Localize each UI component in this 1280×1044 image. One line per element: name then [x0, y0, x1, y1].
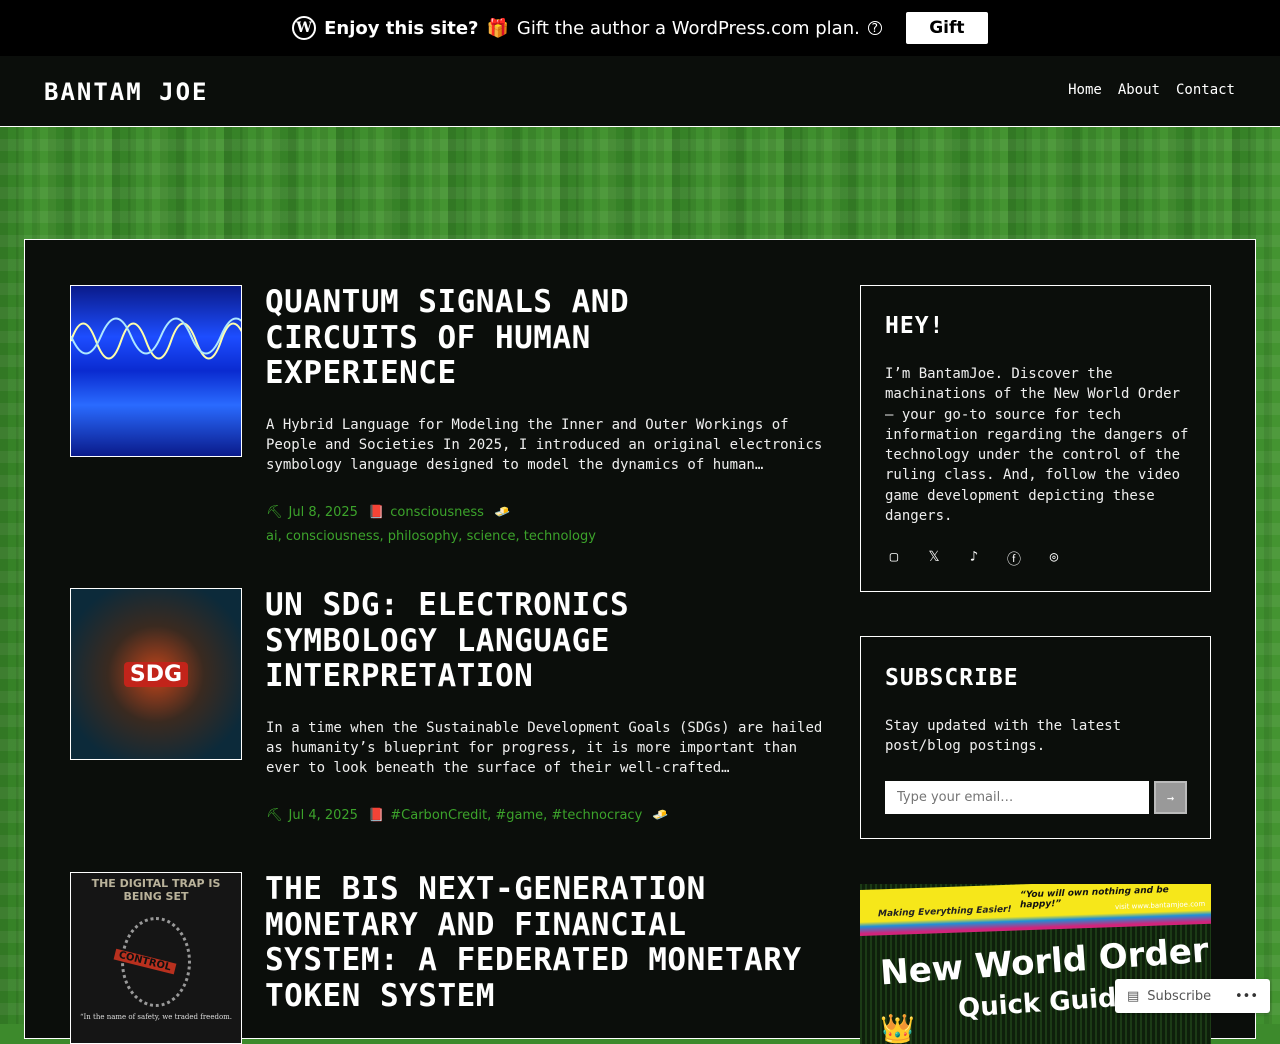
content-panel: Quantum Signals and Circuits of Human Ex…: [24, 239, 1256, 1044]
post-meta: ⛏ Jul 8, 2025 📕 consciousness 🧈 ai, consci…: [266, 501, 602, 549]
widget-title: SUBSCRIBE: [885, 665, 1019, 691]
nav-contact[interactable]: Contact: [1176, 82, 1235, 98]
subscribe-submit-button[interactable]: →: [1154, 781, 1187, 814]
widget-title: HEY!: [885, 313, 945, 339]
x-icon[interactable]: 𝕏: [925, 549, 943, 569]
thumb-quote: “In the name of safety, we traded freedo…: [79, 1013, 233, 1021]
wordpress-logo-icon: W: [292, 16, 317, 40]
email-input[interactable]: [885, 781, 1149, 814]
help-icon[interactable]: ?: [867, 21, 882, 35]
book-icon: 📕: [368, 808, 385, 823]
post-excerpt: A Hybrid Language for Modeling the Inner…: [266, 417, 823, 473]
banner-enjoy: Enjoy this site?: [324, 17, 479, 39]
gold-ingot-icon: 🧈: [652, 808, 669, 823]
widget-text: I’m BantamJoe. Discover the machinations…: [885, 366, 1189, 525]
site-header: BANTAM JOE Home About Contact: [0, 56, 1280, 127]
post-title[interactable]: UN SDG: Electronics Symbology Language I…: [265, 587, 785, 695]
more-options-icon[interactable]: •••: [1235, 989, 1258, 1004]
nav-home[interactable]: Home: [1068, 82, 1102, 98]
promo-subtitle: Quick Guide: [957, 981, 1136, 1025]
post-title[interactable]: The BIS Next-Generation Monetary and Fin…: [265, 871, 825, 1014]
post-thumbnail[interactable]: [70, 285, 242, 457]
banner-message: Gift the author a WordPress.com plan.: [516, 17, 860, 39]
social-links: ▢ 𝕏 ♪ ⓕ ◎: [885, 549, 1063, 569]
gift-icon: 🎁: [486, 17, 509, 39]
post-title[interactable]: Quantum Signals and Circuits of Human Ex…: [265, 284, 785, 392]
main-nav: Home About Contact: [1068, 82, 1235, 98]
book-icon: 📕: [368, 505, 385, 520]
thumb-heading: THE DIGITAL TRAP IS BEING SET: [91, 877, 221, 903]
crown-icon: 👑: [880, 1012, 915, 1044]
instagram-icon[interactable]: ◎: [1045, 549, 1063, 569]
floating-subscribe-bar: ▤ Subscribe •••: [1115, 979, 1270, 1013]
waveform-image: [71, 317, 241, 360]
post-date[interactable]: Jul 8, 2025: [289, 505, 358, 520]
site-title[interactable]: BANTAM JOE: [44, 78, 209, 106]
post-thumbnail[interactable]: THE DIGITAL TRAP IS BEING SET CONTROL “I…: [70, 872, 242, 1044]
fingerprint-image: CONTROL: [113, 917, 191, 1007]
post-meta: ⛏ Jul 4, 2025 📕 #CarbonCredit, #game, #tec…: [266, 804, 675, 828]
hey-widget: HEY! I’m BantamJoe. Discover the machina…: [860, 285, 1211, 592]
post-thumbnail[interactable]: SDG: [70, 588, 242, 760]
control-tape: CONTROL: [113, 948, 177, 975]
floating-subscribe-button[interactable]: Subscribe: [1147, 989, 1211, 1004]
facebook-icon[interactable]: ⓕ: [1005, 549, 1023, 569]
post-category[interactable]: #CarbonCredit, #game, #technocracy: [390, 808, 642, 823]
post-date[interactable]: Jul 4, 2025: [289, 808, 358, 823]
nav-about[interactable]: About: [1118, 82, 1160, 98]
post-tags[interactable]: ai, consciousness, philosophy, science, …: [266, 529, 596, 544]
gift-button[interactable]: Gift: [905, 12, 988, 44]
pickaxe-icon: ⛏: [266, 808, 283, 823]
gold-ingot-icon: 🧈: [494, 505, 511, 520]
nwo-quick-guide-image[interactable]: Making Everything Easier! “You will own …: [860, 884, 1211, 1044]
post-excerpt: In a time when the Sustainable Developme…: [266, 720, 823, 776]
sdg-label: SDG: [123, 661, 189, 687]
widget-text: Stay updated with the latest post/blog p…: [885, 718, 1122, 755]
promo-tagline: Making Everything Easier!: [878, 904, 1012, 920]
promo-url: visit www.bantamjoe.com: [1115, 899, 1206, 912]
twitch-icon[interactable]: ▢: [885, 549, 903, 569]
gift-banner: W Enjoy this site? 🎁 Gift the author a W…: [0, 0, 1280, 56]
pickaxe-icon: ⛏: [266, 505, 283, 520]
post-category[interactable]: consciousness: [390, 505, 484, 520]
reader-icon: ▤: [1127, 988, 1140, 1004]
subscribe-widget: SUBSCRIBE Stay updated with the latest p…: [860, 636, 1211, 839]
tiktok-icon[interactable]: ♪: [965, 549, 983, 569]
